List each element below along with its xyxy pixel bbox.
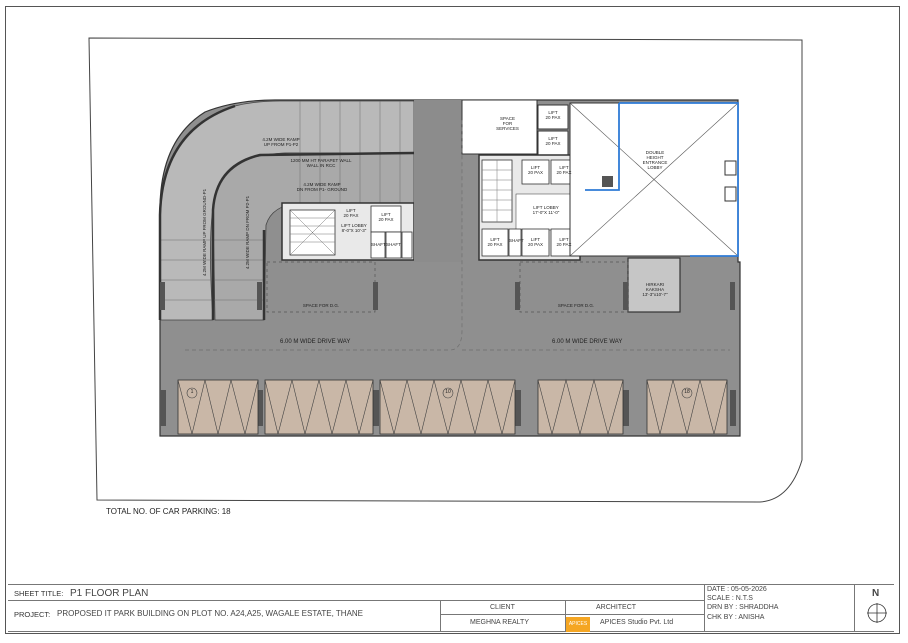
shaft-label: SHAFT	[509, 238, 524, 243]
floor-plan-drawing	[88, 37, 887, 623]
services-space-label: SPACE FOR SERVICES	[496, 116, 519, 131]
lift-label: LIFT 20 PAX	[545, 136, 561, 146]
scale-field: SCALE : N.T.S	[707, 595, 753, 602]
drawn-by-field: DRN BY : SHRADDHA	[707, 604, 779, 611]
architect-name: APICES Studio Pvt. Ltd	[600, 619, 674, 626]
drive-way-left-label: 6.00 M WIDE DRIVE WAY	[280, 339, 351, 345]
parking-number: 10	[445, 389, 451, 395]
client-header: CLIENT	[490, 604, 515, 611]
checked-by-field: CHK BY : ANISHA	[707, 614, 765, 621]
parking-number: 18	[684, 389, 690, 395]
lobby-label: DOUBLE HEIGHT ENTRANCE LOBBY	[642, 150, 668, 170]
total-parking-note: TOTAL NO. OF CAR PARKING: 18	[106, 507, 231, 516]
project-key: PROJECT:	[14, 610, 51, 619]
apices-logo: APICES	[566, 617, 590, 632]
project-name: PROPOSED IT PARK BUILDING ON PLOT NO. A2…	[57, 609, 364, 618]
lift-label: LIFT 20 PAX	[528, 237, 543, 247]
lift-label: LIFT 20 PAX	[378, 212, 394, 222]
ramp-left-outer-label: 4.2M WIDE RAMP UP FROM GROUND-P1	[202, 188, 207, 277]
shaft-label: SHAFT	[371, 242, 386, 247]
client-name: MEGHNA REALTY	[470, 619, 529, 626]
lift-label: LIFT 20 PAX	[343, 208, 359, 218]
hirkari-kaksha-label: HIRKARI KAKSHA 13'-3"x10'-7"	[642, 282, 668, 297]
lift-lobby-left-label: LIFT LOBBY 8'-0"X 10'-3"	[341, 223, 367, 233]
central-drive-strip	[414, 100, 462, 262]
sheet-title-key: SHEET TITLE:	[14, 589, 64, 598]
drawing-sheet: 4.2M WIDE RAMP UP FROM P1-P2 1200 MM HT P…	[0, 0, 908, 643]
lift-label: LIFT 20 PAX	[545, 110, 561, 120]
lift-lobby-right-label: LIFT LOBBY 17'-0"X 11'-0"	[532, 205, 560, 215]
space-for-dg-right: SPACE FOR D.G.	[557, 303, 595, 308]
lift-label: LIFT 20 PAX	[528, 165, 543, 175]
north-label: N	[872, 588, 880, 599]
drive-way-right-label: 6.00 M WIDE DRIVE WAY	[552, 339, 623, 345]
lift-label: LIFT 20 PAX	[556, 165, 572, 175]
architect-header: ARCHITECT	[596, 604, 637, 611]
ramp-left-inner-label: 4.2M WIDE RAMP DN FROM P2-P1	[245, 195, 250, 270]
parking-number: 1	[190, 389, 194, 395]
parapet-label: 1200 MM HT PARAPET WALL WALL IN RCC	[290, 158, 352, 168]
north-arrow-icon	[868, 604, 886, 622]
date-field: DATE : 05-05-2026	[707, 586, 767, 593]
ramp-top-label: 4.2M WIDE RAMP UP FROM P1-P2	[262, 137, 300, 147]
sheet-title: P1 FLOOR PLAN	[70, 588, 149, 599]
lift-label: LIFT 20 PAX	[556, 237, 572, 247]
ramp-middle-label: 4.2M WIDE RAMP DN FROM P1- GROUND	[296, 182, 348, 192]
space-for-dg-left: SPACE FOR D.G.	[302, 303, 340, 308]
shaft-label: SHAFT	[386, 242, 401, 247]
lift-label: LIFT 20 PAX	[487, 237, 503, 247]
